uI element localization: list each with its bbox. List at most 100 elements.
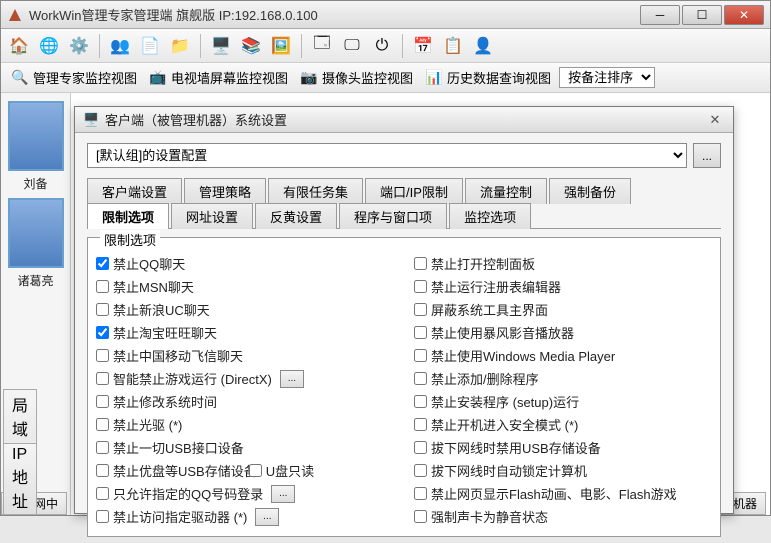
windows-icon[interactable]: 🗔 [310,34,334,58]
tab-限制选项[interactable]: 限制选项 [87,203,169,229]
monitor-icon[interactable]: 🖥️ [209,34,233,58]
check-禁止网页显示Flash动画、电影、Flash游戏[interactable]: 禁止网页显示Flash动画、电影、Flash游戏 [414,484,712,503]
checkbox[interactable] [414,303,427,316]
checkbox[interactable] [414,487,427,500]
check-禁止一切USB接口设备[interactable]: 禁止一切USB接口设备 [96,438,394,457]
checkbox[interactable] [249,464,262,477]
tab-流量控制[interactable]: 流量控制 [465,178,547,204]
check-禁止使用暴风影音播放器[interactable]: 禁止使用暴风影音播放器 [414,323,712,342]
maximize-button[interactable]: ☐ [682,5,722,25]
tab-网址设置[interactable]: 网址设置 [171,203,253,229]
check-label: 只允许指定的QQ号码登录 [113,484,263,503]
image-icon[interactable]: 🖼️ [269,34,293,58]
globe-icon[interactable]: 🌐 [37,34,61,58]
sort-select[interactable]: 按备注排序 [559,67,655,88]
client-thumb[interactable] [8,101,64,171]
more-button[interactable]: ... [280,370,304,388]
check-强制声卡为静音状态[interactable]: 强制声卡为静音状态 [414,507,712,526]
check-拔下网线时自动锁定计算机[interactable]: 拔下网线时自动锁定计算机 [414,461,712,480]
bottom-tab-ip[interactable]: IP地址 [3,443,37,515]
checkbox[interactable] [414,372,427,385]
check-label: 拔下网线时禁用USB存储设备 [431,438,601,457]
checkbox[interactable] [96,441,109,454]
check-禁止优盘等USB存储设备[interactable]: 禁止优盘等USB存储设备U盘只读 [96,461,394,480]
checkbox[interactable] [96,349,109,362]
checkbox[interactable] [414,395,427,408]
power-icon[interactable]: ⏻ [370,34,394,58]
client-thumb[interactable] [8,198,64,268]
check-禁止打开控制面板[interactable]: 禁止打开控制面板 [414,254,712,273]
calendar-icon[interactable]: 📅 [411,34,435,58]
check-禁止QQ聊天[interactable]: 禁止QQ聊天 [96,254,394,273]
check-禁止中国移动飞信聊天[interactable]: 禁止中国移动飞信聊天 [96,346,394,365]
dialog-close-button[interactable]: ✕ [705,111,725,129]
tab-strip: 客户端设置管理策略有限任务集端口/IP限制流量控制强制备份 限制选项网址设置反黄… [87,178,721,229]
check-禁止淘宝旺旺聊天[interactable]: 禁止淘宝旺旺聊天 [96,323,394,342]
gear-icon[interactable]: ⚙️ [67,34,91,58]
tab-端口/IP限制[interactable]: 端口/IP限制 [365,178,463,204]
checkbox[interactable] [414,349,427,362]
check-label: 禁止MSN聊天 [113,277,194,296]
view-history[interactable]: 📊 历史数据查询视图 [421,66,555,89]
checkbox[interactable] [414,510,427,523]
close-button[interactable]: ✕ [724,5,764,25]
user-icon[interactable]: 👤 [471,34,495,58]
check-禁止访问指定驱动器 (*)[interactable]: 禁止访问指定驱动器 (*)... [96,507,394,526]
tab-有限任务集[interactable]: 有限任务集 [268,178,363,204]
check-禁止光驱 (*)[interactable]: 禁止光驱 (*) [96,415,394,434]
checkbox[interactable] [414,418,427,431]
users-icon[interactable]: 👥 [108,34,132,58]
checkbox[interactable] [96,487,109,500]
list-icon[interactable]: 📋 [441,34,465,58]
more-button[interactable]: ... [271,485,295,503]
check-禁止开机进入安全模式 (*)[interactable]: 禁止开机进入安全模式 (*) [414,415,712,434]
check-智能禁止游戏运行 (DirectX)[interactable]: 智能禁止游戏运行 (DirectX)... [96,369,394,388]
tab-强制备份[interactable]: 强制备份 [549,178,631,204]
checkbox[interactable] [96,303,109,316]
checkbox[interactable] [96,510,109,523]
config-select[interactable]: [默认组]的设置配置 [87,143,687,168]
tab-监控选项[interactable]: 监控选项 [449,203,531,229]
more-button[interactable]: ... [255,508,279,526]
check-拔下网线时禁用USB存储设备[interactable]: 拔下网线时禁用USB存储设备 [414,438,712,457]
view-tvwall[interactable]: 📺 电视墙屏幕监控视图 [145,66,292,89]
check-禁止添加/删除程序[interactable]: 禁止添加/删除程序 [414,369,712,388]
checkbox[interactable] [96,257,109,270]
view-monitor[interactable]: 🔍 管理专家监控视图 [7,66,141,89]
check-屏蔽系统工具主界面[interactable]: 屏蔽系统工具主界面 [414,300,712,319]
checkbox[interactable] [96,418,109,431]
books-icon[interactable]: 📚 [239,34,263,58]
checkbox[interactable] [96,464,109,477]
config-browse-button[interactable]: ... [693,143,721,168]
checkbox[interactable] [96,395,109,408]
view-camera[interactable]: 📷 摄像头监控视图 [296,66,417,89]
check-禁止使用Windows Media Player[interactable]: 禁止使用Windows Media Player [414,346,712,365]
check-禁止MSN聊天[interactable]: 禁止MSN聊天 [96,277,394,296]
check-label: 禁止运行注册表编辑器 [431,277,561,296]
checkbox[interactable] [414,464,427,477]
checkbox[interactable] [414,326,427,339]
checkbox[interactable] [96,326,109,339]
doc-icon[interactable]: 📄 [138,34,162,58]
tab-管理策略[interactable]: 管理策略 [184,178,266,204]
check-label: 禁止淘宝旺旺聊天 [113,323,217,342]
checkbox[interactable] [414,257,427,270]
home-icon[interactable]: 🏠 [7,34,31,58]
extra-check[interactable]: U盘只读 [249,461,314,480]
check-禁止运行注册表编辑器[interactable]: 禁止运行注册表编辑器 [414,277,712,296]
display-icon[interactable]: 🖵 [340,34,364,58]
tab-反黄设置[interactable]: 反黄设置 [255,203,337,229]
folder-icon[interactable]: 📁 [168,34,192,58]
check-禁止安装程序 (setup)运行[interactable]: 禁止安装程序 (setup)运行 [414,392,712,411]
tab-客户端设置[interactable]: 客户端设置 [87,178,182,204]
client-name: 诸葛亮 [3,272,68,289]
checkbox[interactable] [96,372,109,385]
checkbox[interactable] [414,441,427,454]
checkbox[interactable] [414,280,427,293]
check-只允许指定的QQ号码登录[interactable]: 只允许指定的QQ号码登录... [96,484,394,503]
tab-程序与窗口项[interactable]: 程序与窗口项 [339,203,447,229]
check-禁止修改系统时间[interactable]: 禁止修改系统时间 [96,392,394,411]
check-禁止新浪UC聊天[interactable]: 禁止新浪UC聊天 [96,300,394,319]
minimize-button[interactable]: ─ [640,5,680,25]
checkbox[interactable] [96,280,109,293]
